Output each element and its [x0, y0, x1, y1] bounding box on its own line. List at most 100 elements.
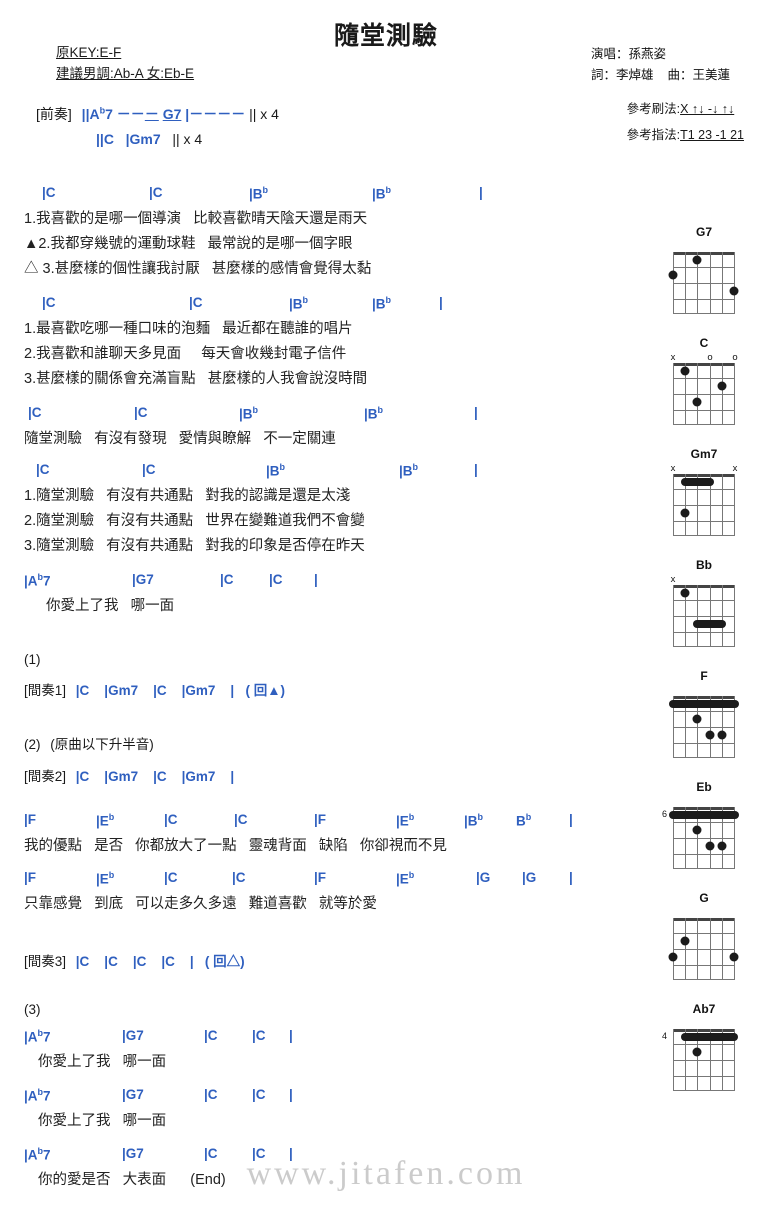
section-interlude2: (2) (原曲以下升半音) [間奏2] |C |Gm7 |C |Gm7 | [24, 733, 544, 785]
chord-name-gm7: Gm7 [690, 447, 718, 461]
strum-value: X ↑↓ -↓ ↑↓ [680, 102, 735, 116]
suggested-key: 建議男調:Ab-A 女:Eb-E [56, 66, 195, 81]
chord-name-g7: G7 [695, 225, 712, 239]
interlude2-label: [間奏2] [24, 769, 67, 784]
chord-name-f: F [700, 669, 708, 683]
chordline-ending-1: |Ab7 |G7 |C |C | [24, 1028, 293, 1045]
reference-info: 參考刷法:X ↑↓ -↓ ↑↓ 參考指法:T1 23 -1 21 [627, 96, 744, 148]
credits: 演唱：孫燕姿 詞：李焯雄 曲：王美蓮 [591, 44, 744, 86]
chord-diagram-g7: G7 [664, 225, 744, 314]
chord-markers-ab7 [664, 1018, 744, 1029]
lyric-ending-1: 你愛上了我 哪一面 [38, 1054, 167, 1070]
chord-name-g: G [699, 891, 709, 905]
fretboard-f [669, 696, 739, 758]
fretboard-ab7: 4 [662, 1029, 738, 1091]
lyric-verse1-1: 1.我喜歡的是哪一個導演 比較喜歡晴天陰天還是雨天 [24, 211, 368, 227]
chord-name-eb: Eb [696, 780, 712, 794]
lyric-chorus-3: 3.隨堂測驗 有沒有共通點 對我的印象是否停在昨天 [24, 538, 365, 554]
ending-number: (3) [24, 1002, 41, 1017]
chord-diagram-eb: Eb 6 [662, 780, 744, 869]
section-tag1: |Ab7 |G7 |C |C | 你愛上了我 哪一面 [24, 572, 544, 619]
lyric-verse2-3: 3.甚麼樣的關係會充滿盲點 甚麼樣的人我會說沒時間 [24, 371, 368, 387]
lyricist: 詞：李焯雄 [590, 68, 654, 82]
interlude2-chords: |C |Gm7 |C |Gm7 | [75, 769, 235, 784]
chord-diagram-gm7: Gm7 xx [664, 447, 744, 536]
chord-diagram-ab7: Ab7 4 [662, 1002, 744, 1091]
chord-diagram-column: G7 C xoo Gm7 x x Bb x F Eb 6 G Ab7 4 [650, 225, 760, 1113]
lyric-verse2-1: 1.最喜歡吃哪一種口味的泡麵 最近都在聽誰的唱片 [24, 321, 353, 337]
chordline-verse1: |C |C |Bb |Bb | [42, 185, 483, 202]
chordline-bridge2: |F |Eb |C |C |F |Eb |G |G | [24, 870, 573, 887]
interlude2-number: (2) [24, 737, 41, 752]
chord-markers-bb: x [670, 574, 676, 585]
lyric-verse1-3: △ 3.甚麼樣的個性讓我討厭 甚麼樣的感情會覺得太黏 [24, 261, 372, 277]
interlude2-head: (2) (原曲以下升半音) [24, 733, 544, 753]
chord-markers-f [664, 685, 744, 696]
ending-line-1: |Ab7 |G7 |C |C | 你愛上了我 哪一面 [24, 1028, 544, 1075]
chordline-verse2: |C |C |Bb |Bb | [42, 295, 443, 312]
section-interlude3: [間奏3] |C |C |C |C | ( 回△) [24, 950, 544, 970]
chord-markers-eb [664, 796, 744, 807]
chord-diagram-f: F [664, 669, 744, 758]
lyric-tag1: 你愛上了我 哪一面 [46, 598, 175, 614]
intro-repeat-1: || x 4 [249, 106, 279, 122]
fretboard-c [673, 363, 735, 425]
intro-chords-1: ||Ab7 －－－ G7 |－－－－ [81, 105, 250, 122]
chordline-ending-3: |Ab7 |G7 |C |C | [24, 1146, 293, 1163]
lyric-verse1-2: ▲2.我都穿幾號的運動球鞋 最常說的是哪一個字眼 [24, 236, 353, 252]
intro-line-1: [前奏] ||Ab7 －－－ G7 |－－－－ || x 4 [36, 104, 279, 124]
chord-diagram-bb: Bb x [664, 558, 744, 647]
lyric-bridge2: 只靠感覺 到底 可以走多久多遠 難道喜歡 就等於愛 [24, 896, 377, 912]
lyric-ending-2: 你愛上了我 哪一面 [38, 1113, 167, 1129]
finger-reference: 參考指法:T1 23 -1 21 [627, 122, 744, 148]
composer: 曲：王美蓮 [667, 68, 730, 82]
chord-markers-gm7: xx [670, 463, 738, 474]
lyric-chorus-1: 1.隨堂測驗 有沒有共通點 對我的認識是還是太淺 [24, 488, 351, 504]
fretboard-gm7 [673, 474, 735, 536]
fretboard-g [668, 918, 739, 980]
fretboard-eb: 6 [662, 807, 739, 869]
fret-number-ab7: 4 [662, 1031, 668, 1041]
key-info: 原KEY:E-F 建議男調:Ab-A 女:Eb-E [56, 42, 194, 84]
intro-repeat-2: || x 4 [172, 131, 203, 147]
interlude3-row: [間奏3] |C |C |C |C | ( 回△) [24, 950, 544, 970]
intro-label: [前奏] [36, 106, 72, 122]
ending-line-3: |Ab7 |G7 |C |C | 你的愛是否 大表面 (End) [24, 1146, 544, 1193]
writers: 詞：李焯雄 曲：王美蓮 [591, 65, 744, 86]
chord-diagram-c: C xoo [664, 336, 744, 425]
chordline-chorus: |C |C |Bb |Bb | [36, 462, 478, 479]
strum-reference: 參考刷法:X ↑↓ -↓ ↑↓ [627, 96, 744, 122]
intro-line-2: ||C |Gm7 || x 4 [96, 131, 202, 147]
chordline-bridge1: |F |Eb |C |C |F |Eb |Bb Bb | [24, 812, 573, 829]
fretboard-g7 [668, 252, 739, 314]
section-bridge2: |F |Eb |C |C |F |Eb |G |G | 只靠感覺 到底 可以走多… [24, 870, 584, 917]
chord-markers-g [664, 907, 744, 918]
interlude1-row: [間奏1] |C |Gm7 |C |Gm7 | ( 回▲) [24, 679, 544, 699]
song-sheet-page: 隨堂測驗 原KEY:E-F 建議男調:Ab-A 女:Eb-E 演唱：孫燕姿 詞：… [0, 0, 772, 1222]
section-chorus: |C |C |Bb |Bb | 1.隨堂測驗 有沒有共通點 對我的認識是還是太淺… [24, 462, 544, 559]
chordline-chorus-intro: |C |C |Bb |Bb | [28, 405, 478, 422]
fret-number-eb: 6 [662, 809, 668, 819]
interlude3-label: [間奏3] [24, 954, 67, 969]
lyric-ending-3: 你的愛是否 大表面 (End) [38, 1172, 226, 1188]
finger-label: 參考指法: [626, 128, 681, 142]
section-chorus-intro: |C |C |Bb |Bb | 隨堂測驗 有沒有發現 愛情與瞭解 不一定關連 [24, 405, 544, 452]
original-key: 原KEY:E-F [56, 45, 122, 60]
chordline-tag1: |Ab7 |G7 |C |C | [24, 572, 318, 589]
section-bridge1: |F |Eb |C |C |F |Eb |Bb Bb | 我的優點 是否 你都放… [24, 812, 584, 859]
lyric-chorus-2: 2.隨堂測驗 有沒有共通點 世界在變難道我們不會變 [24, 513, 365, 529]
chord-diagram-g: G [664, 891, 744, 980]
lyric-bridge1: 我的優點 是否 你都放大了一點 靈魂背面 缺陷 你卻視而不見 [24, 838, 447, 854]
ending-line-2: |Ab7 |G7 |C |C | 你愛上了我 哪一面 [24, 1087, 544, 1134]
interlude3-chords: |C |C |C |C | ( 回△) [75, 954, 245, 969]
section-interlude1: (1) [間奏1] |C |Gm7 |C |Gm7 | ( 回▲) [24, 652, 544, 699]
strum-label: 參考刷法: [626, 102, 681, 116]
singer: 演唱：孫燕姿 [590, 47, 666, 61]
lyric-verse2-2: 2.我喜歡和誰聊天多見面 每天會收幾封電子信件 [24, 346, 347, 362]
section-verse1: |C |C |Bb |Bb | 1.我喜歡的是哪一個導演 比較喜歡晴天陰天還是雨… [24, 185, 544, 282]
chord-markers-g7 [664, 241, 744, 252]
chord-markers-c: xoo [670, 352, 738, 363]
chord-name-bb: Bb [696, 558, 712, 572]
interlude1-number: (1) [24, 652, 41, 667]
interlude2-note: (原曲以下升半音) [50, 737, 154, 752]
